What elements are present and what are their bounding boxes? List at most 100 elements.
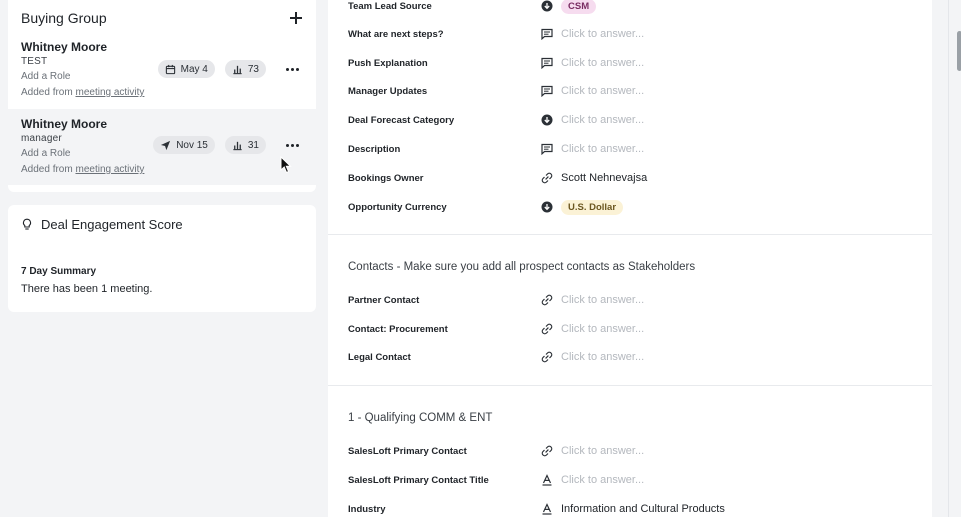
more-options-icon[interactable] bbox=[284, 137, 300, 153]
field-value-tag[interactable]: CSM bbox=[561, 0, 597, 14]
comment-icon bbox=[540, 57, 553, 70]
field-value-tag[interactable]: U.S. Dollar bbox=[561, 199, 624, 215]
last-email-chip[interactable]: Nov 15 bbox=[153, 136, 215, 154]
field-answer-placeholder[interactable]: Click to answer... bbox=[561, 114, 644, 126]
field-label: Bookings Owner bbox=[348, 172, 424, 184]
field-row-salesloft-primary-contact: SalesLoft Primary Contact Click to answer… bbox=[348, 441, 912, 461]
field-answer-placeholder[interactable]: Click to answer... bbox=[561, 57, 644, 69]
comment-icon bbox=[540, 143, 553, 156]
link-icon bbox=[540, 294, 553, 307]
field-label: Opportunity Currency bbox=[348, 201, 447, 213]
bar-chart-icon bbox=[233, 65, 242, 74]
field-row-bookings-owner: Bookings Owner Scott Nehnevajsa bbox=[348, 168, 912, 188]
field-label: SalesLoft Primary Contact Title bbox=[348, 474, 489, 486]
field-row-partner-contact: Partner Contact Click to answer... bbox=[348, 290, 912, 310]
contact-chips: Nov 15 31 bbox=[153, 136, 300, 154]
vertical-scrollbar[interactable] bbox=[948, 0, 961, 517]
field-label: Team Lead Source bbox=[348, 0, 432, 12]
buying-group-contact[interactable]: Whitney Moore manager Add a Role Added f… bbox=[8, 109, 316, 185]
engagement-score-chip[interactable]: 31 bbox=[224, 136, 266, 154]
field-answer-placeholder[interactable]: Click to answer... bbox=[561, 85, 644, 97]
chip-score: 73 bbox=[247, 63, 259, 75]
field-label: Industry bbox=[348, 503, 386, 515]
meeting-activity-link[interactable]: meeting activity bbox=[75, 164, 144, 175]
meeting-activity-link[interactable]: meeting activity bbox=[75, 87, 144, 98]
scrollbar-thumb[interactable] bbox=[957, 31, 961, 71]
link-icon bbox=[540, 351, 553, 364]
contacts-section-title: Contacts - Make sure you add all prospec… bbox=[348, 261, 696, 273]
field-answer-placeholder[interactable]: Click to answer... bbox=[561, 351, 644, 363]
deal-engagement-card: Deal Engagement Score 7 Day Summary Ther… bbox=[8, 205, 316, 312]
buying-group-title: Buying Group bbox=[21, 10, 107, 26]
dropdown-icon bbox=[540, 114, 553, 127]
link-icon bbox=[540, 172, 553, 185]
field-row-salesloft-primary-contact-title: SalesLoft Primary Contact Title Click to … bbox=[348, 470, 912, 490]
field-answer-placeholder[interactable]: Click to answer... bbox=[561, 294, 644, 306]
buying-group-header: Buying Group bbox=[8, 0, 316, 36]
mouse-cursor-icon bbox=[280, 156, 292, 174]
deal-engagement-header: Deal Engagement Score bbox=[21, 217, 303, 232]
deal-engagement-title: Deal Engagement Score bbox=[41, 217, 183, 232]
add-contact-plus-icon[interactable] bbox=[289, 11, 303, 25]
summary-text: There has been 1 meeting. bbox=[21, 283, 153, 295]
added-from-prefix: Added from bbox=[21, 164, 73, 175]
field-answer-placeholder[interactable]: Click to answer... bbox=[561, 474, 644, 486]
dropdown-icon bbox=[540, 0, 553, 13]
field-value[interactable]: Information and Cultural Products bbox=[561, 503, 725, 515]
buying-group-card: Buying Group Whitney Moore TEST Add a Ro… bbox=[8, 0, 316, 192]
contact-name[interactable]: Whitney Moore bbox=[21, 40, 303, 55]
contact-name[interactable]: Whitney Moore bbox=[21, 117, 303, 132]
field-answer-placeholder[interactable]: Click to answer... bbox=[561, 323, 644, 335]
field-label: Partner Contact bbox=[348, 294, 420, 306]
field-row-deal-forecast-category: Deal Forecast Category Click to answer... bbox=[348, 110, 912, 130]
dropdown-icon bbox=[540, 201, 553, 214]
comment-icon bbox=[540, 28, 553, 41]
field-value[interactable]: Scott Nehnevajsa bbox=[561, 172, 647, 184]
added-from-text: Added from meeting activity bbox=[21, 85, 303, 101]
field-row-contact-procurement: Contact: Procurement Click to answer... bbox=[348, 319, 912, 339]
summary-label: 7 Day Summary bbox=[21, 266, 97, 277]
calendar-icon bbox=[165, 64, 175, 74]
field-label: What are next steps? bbox=[348, 28, 444, 40]
chip-date: Nov 15 bbox=[176, 139, 208, 151]
added-from-prefix: Added from bbox=[21, 87, 73, 98]
last-meeting-chip[interactable]: May 4 bbox=[157, 60, 215, 78]
chip-score: 31 bbox=[247, 139, 259, 151]
section-divider bbox=[328, 234, 932, 235]
field-row-what-are-next-steps: What are next steps? Click to answer... bbox=[348, 24, 912, 44]
comment-icon bbox=[540, 85, 553, 98]
field-row-description: Description Click to answer... bbox=[348, 139, 912, 159]
bar-chart-icon bbox=[233, 141, 242, 150]
field-label: Contact: Procurement bbox=[348, 323, 448, 335]
buying-group-contact[interactable]: Whitney Moore TEST Add a Role Added from… bbox=[8, 36, 316, 109]
field-label: Manager Updates bbox=[348, 85, 428, 97]
added-from-text: Added from meeting activity bbox=[21, 162, 303, 178]
field-label: SalesLoft Primary Contact bbox=[348, 445, 467, 457]
engagement-score-chip[interactable]: 73 bbox=[224, 60, 266, 78]
contact-chips: May 4 73 bbox=[157, 60, 300, 78]
field-label: Description bbox=[348, 143, 401, 155]
section-divider bbox=[328, 385, 932, 386]
field-answer-placeholder[interactable]: Click to answer... bbox=[561, 445, 644, 457]
field-label: Legal Contact bbox=[348, 351, 411, 363]
field-row-industry: Industry Information and Cultural Product… bbox=[348, 499, 912, 517]
link-icon bbox=[540, 323, 553, 336]
send-icon bbox=[161, 140, 171, 150]
field-row-opportunity-currency: Opportunity Currency U.S. Dollar bbox=[348, 197, 912, 217]
field-label: Deal Forecast Category bbox=[348, 114, 455, 126]
field-row-legal-contact: Legal Contact Click to answer... bbox=[348, 347, 912, 367]
text-icon bbox=[540, 503, 553, 516]
left-column: Buying Group Whitney Moore TEST Add a Ro… bbox=[8, 0, 316, 312]
link-icon bbox=[540, 445, 553, 458]
lightbulb-icon bbox=[22, 218, 32, 230]
field-answer-placeholder[interactable]: Click to answer... bbox=[561, 28, 644, 40]
qualifying-section-title: 1 - Qualifying COMM & ENT bbox=[348, 412, 493, 424]
chip-date: May 4 bbox=[180, 63, 208, 75]
field-row-manager-updates: Manager Updates Click to answer... bbox=[348, 81, 912, 101]
field-row-push-explanation: Push Explanation Click to answer... bbox=[348, 53, 912, 73]
field-row-team-lead-source: Team Lead Source CSM bbox=[348, 0, 912, 16]
text-icon bbox=[540, 474, 553, 487]
field-answer-placeholder[interactable]: Click to answer... bbox=[561, 143, 644, 155]
field-label: Push Explanation bbox=[348, 57, 428, 69]
more-options-icon[interactable] bbox=[284, 61, 300, 77]
